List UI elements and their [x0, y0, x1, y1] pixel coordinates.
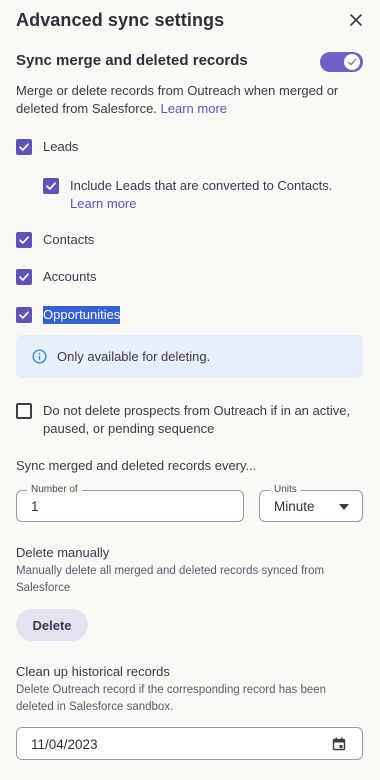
converted-learn-more-link[interactable]: Learn more	[70, 196, 136, 211]
cleanup-title: Clean up historical records	[16, 664, 170, 679]
frequency-label: Sync merged and deleted records every...	[16, 458, 257, 473]
opportunities-option: Opportunities	[16, 306, 121, 324]
do-not-delete-option: Do not delete prospects from Outreach if…	[16, 402, 361, 438]
do-not-delete-checkbox[interactable]	[16, 403, 32, 419]
accounts-checkbox[interactable]	[16, 269, 32, 285]
contacts-label: Contacts	[43, 232, 95, 247]
sync-description: Merge or delete records from Outreach wh…	[16, 82, 366, 118]
advanced-sync-settings-panel: Advanced sync settings Sync merge and de…	[0, 0, 380, 780]
converted-leads-text: Include Leads that are converted to Cont…	[70, 178, 333, 193]
units-label: Units	[270, 484, 301, 496]
opportunities-checkbox[interactable]	[16, 307, 32, 323]
panel-header: Advanced sync settings	[16, 9, 368, 33]
info-text: Only available for deleting.	[57, 349, 211, 364]
delete-manually-description: Manually delete all merged and deleted r…	[16, 565, 325, 594]
check-icon	[46, 182, 56, 190]
sync-section-title: Sync merge and deleted records	[16, 52, 248, 69]
sync-toggle[interactable]	[320, 52, 363, 72]
do-not-delete-label: Do not delete prospects from Outreach if…	[43, 403, 351, 436]
info-banner: Only available for deleting.	[16, 335, 363, 378]
number-of-label: Number of	[27, 484, 82, 496]
number-of-value: 1	[31, 499, 39, 514]
cleanup-date-value: 11/04/2023	[31, 737, 98, 752]
check-icon	[19, 236, 29, 244]
delete-button[interactable]: Delete	[16, 609, 88, 641]
check-icon	[19, 311, 29, 319]
leads-checkbox[interactable]	[16, 139, 32, 155]
check-icon	[19, 143, 29, 151]
converted-leads-checkbox[interactable]	[43, 178, 59, 194]
info-icon	[32, 349, 47, 364]
panel-title: Advanced sync settings	[16, 10, 225, 30]
units-value: Minute	[274, 499, 315, 514]
toggle-knob	[344, 54, 360, 70]
learn-more-link[interactable]: Learn more	[161, 101, 227, 116]
calendar-icon[interactable]	[332, 737, 346, 751]
units-select[interactable]: Units Minute	[259, 484, 363, 522]
converted-leads-label: Include Leads that are converted to Cont…	[70, 177, 363, 213]
check-icon	[347, 58, 357, 66]
accounts-label: Accounts	[43, 269, 97, 284]
caret-down-icon	[339, 504, 349, 510]
cleanup-date-input[interactable]: 11/04/2023	[16, 727, 363, 760]
opportunities-label: Opportunities	[43, 306, 121, 324]
converted-leads-option: Include Leads that are converted to Cont…	[43, 177, 363, 213]
close-icon[interactable]	[348, 12, 364, 28]
leads-label: Leads	[43, 139, 79, 154]
check-icon	[19, 273, 29, 281]
delete-manually-title: Delete manually	[16, 545, 110, 560]
contacts-option: Contacts	[16, 231, 94, 249]
number-of-input[interactable]: Number of 1	[16, 484, 244, 522]
contacts-checkbox[interactable]	[16, 232, 32, 248]
accounts-option: Accounts	[16, 268, 96, 286]
cleanup-description: Delete Outreach record if the correspond…	[16, 684, 327, 713]
leads-option: Leads	[16, 138, 78, 156]
